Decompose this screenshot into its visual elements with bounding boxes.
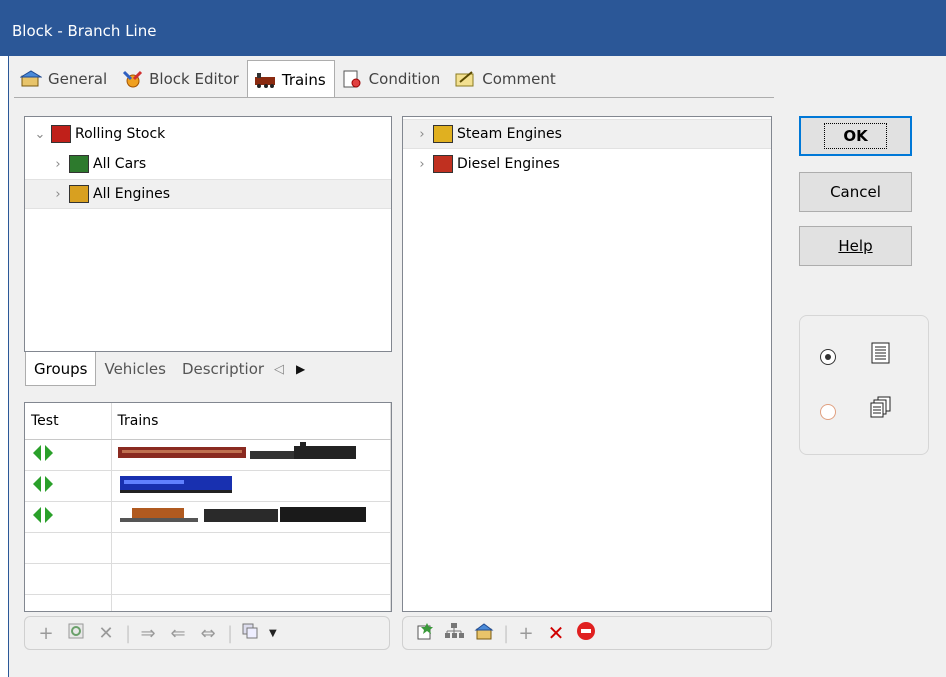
chevron-right-icon[interactable]: › [51, 157, 65, 172]
trains-grid[interactable]: Test Trains [24, 402, 392, 612]
table-row[interactable] [25, 532, 391, 564]
stop-icon[interactable] [575, 621, 597, 646]
tab-block-editor[interactable]: Block Editor [115, 62, 247, 96]
condition-icon [341, 70, 363, 88]
table-row[interactable] [25, 594, 391, 611]
engines-toolbar: | + ✕ [402, 616, 772, 650]
tab-general[interactable]: General [14, 62, 115, 96]
groups-toolbar: + ✕ | ⇒ ⇐ ⇔ | ▼ [24, 616, 390, 650]
chevron-right-icon[interactable]: › [51, 187, 65, 202]
rolling-stock-tree[interactable]: ⌄ Rolling Stock › All Cars › All Engines [24, 116, 392, 352]
train-image [117, 441, 358, 468]
separator: | [125, 622, 132, 644]
copy-icon[interactable] [239, 622, 261, 645]
steam-engine-icon [433, 125, 453, 143]
test-arrows-icon[interactable] [31, 475, 55, 498]
table-row[interactable] [25, 470, 391, 502]
diesel-engine-icon [433, 155, 453, 173]
trains-icon [254, 71, 276, 89]
column-header-test[interactable]: Test [25, 403, 112, 440]
grouped-view-icon [870, 396, 892, 422]
engine-icon [69, 185, 89, 203]
window-title: Block - Branch Line [12, 22, 157, 40]
add-icon[interactable]: + [515, 623, 537, 644]
block-editor-icon [121, 70, 143, 88]
separator: | [503, 622, 510, 644]
train-image [118, 475, 358, 499]
tree-item-steam-engines[interactable]: › Steam Engines [403, 119, 771, 149]
chevron-right-icon[interactable]: › [415, 127, 429, 142]
table-row[interactable] [25, 563, 391, 595]
subtab-vehicles[interactable]: Vehicles [96, 352, 173, 386]
test-arrows-icon[interactable] [31, 444, 55, 467]
ok-button[interactable]: OK [799, 116, 912, 156]
refresh-icon[interactable] [65, 622, 87, 645]
title-bar: Block - Branch Line [0, 0, 946, 56]
scroll-left-icon[interactable]: ◁ [274, 362, 284, 377]
tab-comment[interactable]: Comment [448, 62, 564, 96]
tree-item-rolling-stock[interactable]: ⌄ Rolling Stock [25, 119, 391, 149]
properties-icon[interactable] [473, 622, 495, 645]
tree-item-all-cars[interactable]: › All Cars [25, 149, 391, 179]
train-image [118, 506, 368, 530]
rolling-stock-icon [51, 125, 71, 143]
arrow-both-icon[interactable]: ⇔ [197, 623, 219, 644]
cancel-button[interactable]: Cancel [799, 172, 912, 212]
new-item-icon[interactable] [413, 622, 435, 645]
general-icon [19, 70, 43, 88]
column-header-trains[interactable]: Trains [111, 403, 391, 440]
chevron-down-icon[interactable]: ⌄ [33, 127, 47, 142]
delete-icon[interactable]: ✕ [545, 621, 567, 645]
delete-icon[interactable]: ✕ [95, 623, 117, 644]
add-icon[interactable]: + [35, 623, 57, 644]
tree-item-all-engines[interactable]: › All Engines [25, 179, 391, 209]
subtab-groups[interactable]: Groups [25, 352, 97, 386]
chevron-right-icon[interactable]: › [415, 157, 429, 172]
arrow-right-icon[interactable]: ⇒ [137, 623, 159, 644]
tab-trains[interactable]: Trains [246, 60, 335, 98]
arrow-left-icon[interactable]: ⇐ [167, 623, 189, 644]
grouped-view-radio[interactable] [820, 404, 836, 420]
table-row[interactable] [25, 501, 391, 533]
sub-tab-strip: Groups Vehicles Descriptior ◁ ▶ [25, 352, 305, 386]
scroll-right-icon[interactable]: ▶ [296, 362, 305, 376]
separator: | [227, 622, 234, 644]
tree-item-diesel-engines[interactable]: › Diesel Engines [403, 149, 771, 179]
view-options-group [799, 315, 929, 455]
tab-condition[interactable]: Condition [335, 62, 449, 96]
table-row[interactable] [25, 439, 391, 471]
test-arrows-icon[interactable] [31, 506, 55, 529]
subtab-description[interactable]: Descriptior [174, 352, 272, 386]
list-view-radio[interactable] [820, 349, 836, 365]
help-button[interactable]: Help [799, 226, 912, 266]
hierarchy-icon[interactable] [443, 622, 465, 645]
list-view-icon [870, 342, 892, 368]
engines-tree[interactable]: › Steam Engines › Diesel Engines [402, 116, 772, 612]
tab-strip: General Block Editor Trains Condition Co… [14, 60, 564, 98]
car-icon [69, 155, 89, 173]
dropdown-arrow-icon[interactable]: ▼ [269, 628, 277, 639]
comment-icon [454, 70, 476, 88]
tab-divider [14, 97, 774, 98]
